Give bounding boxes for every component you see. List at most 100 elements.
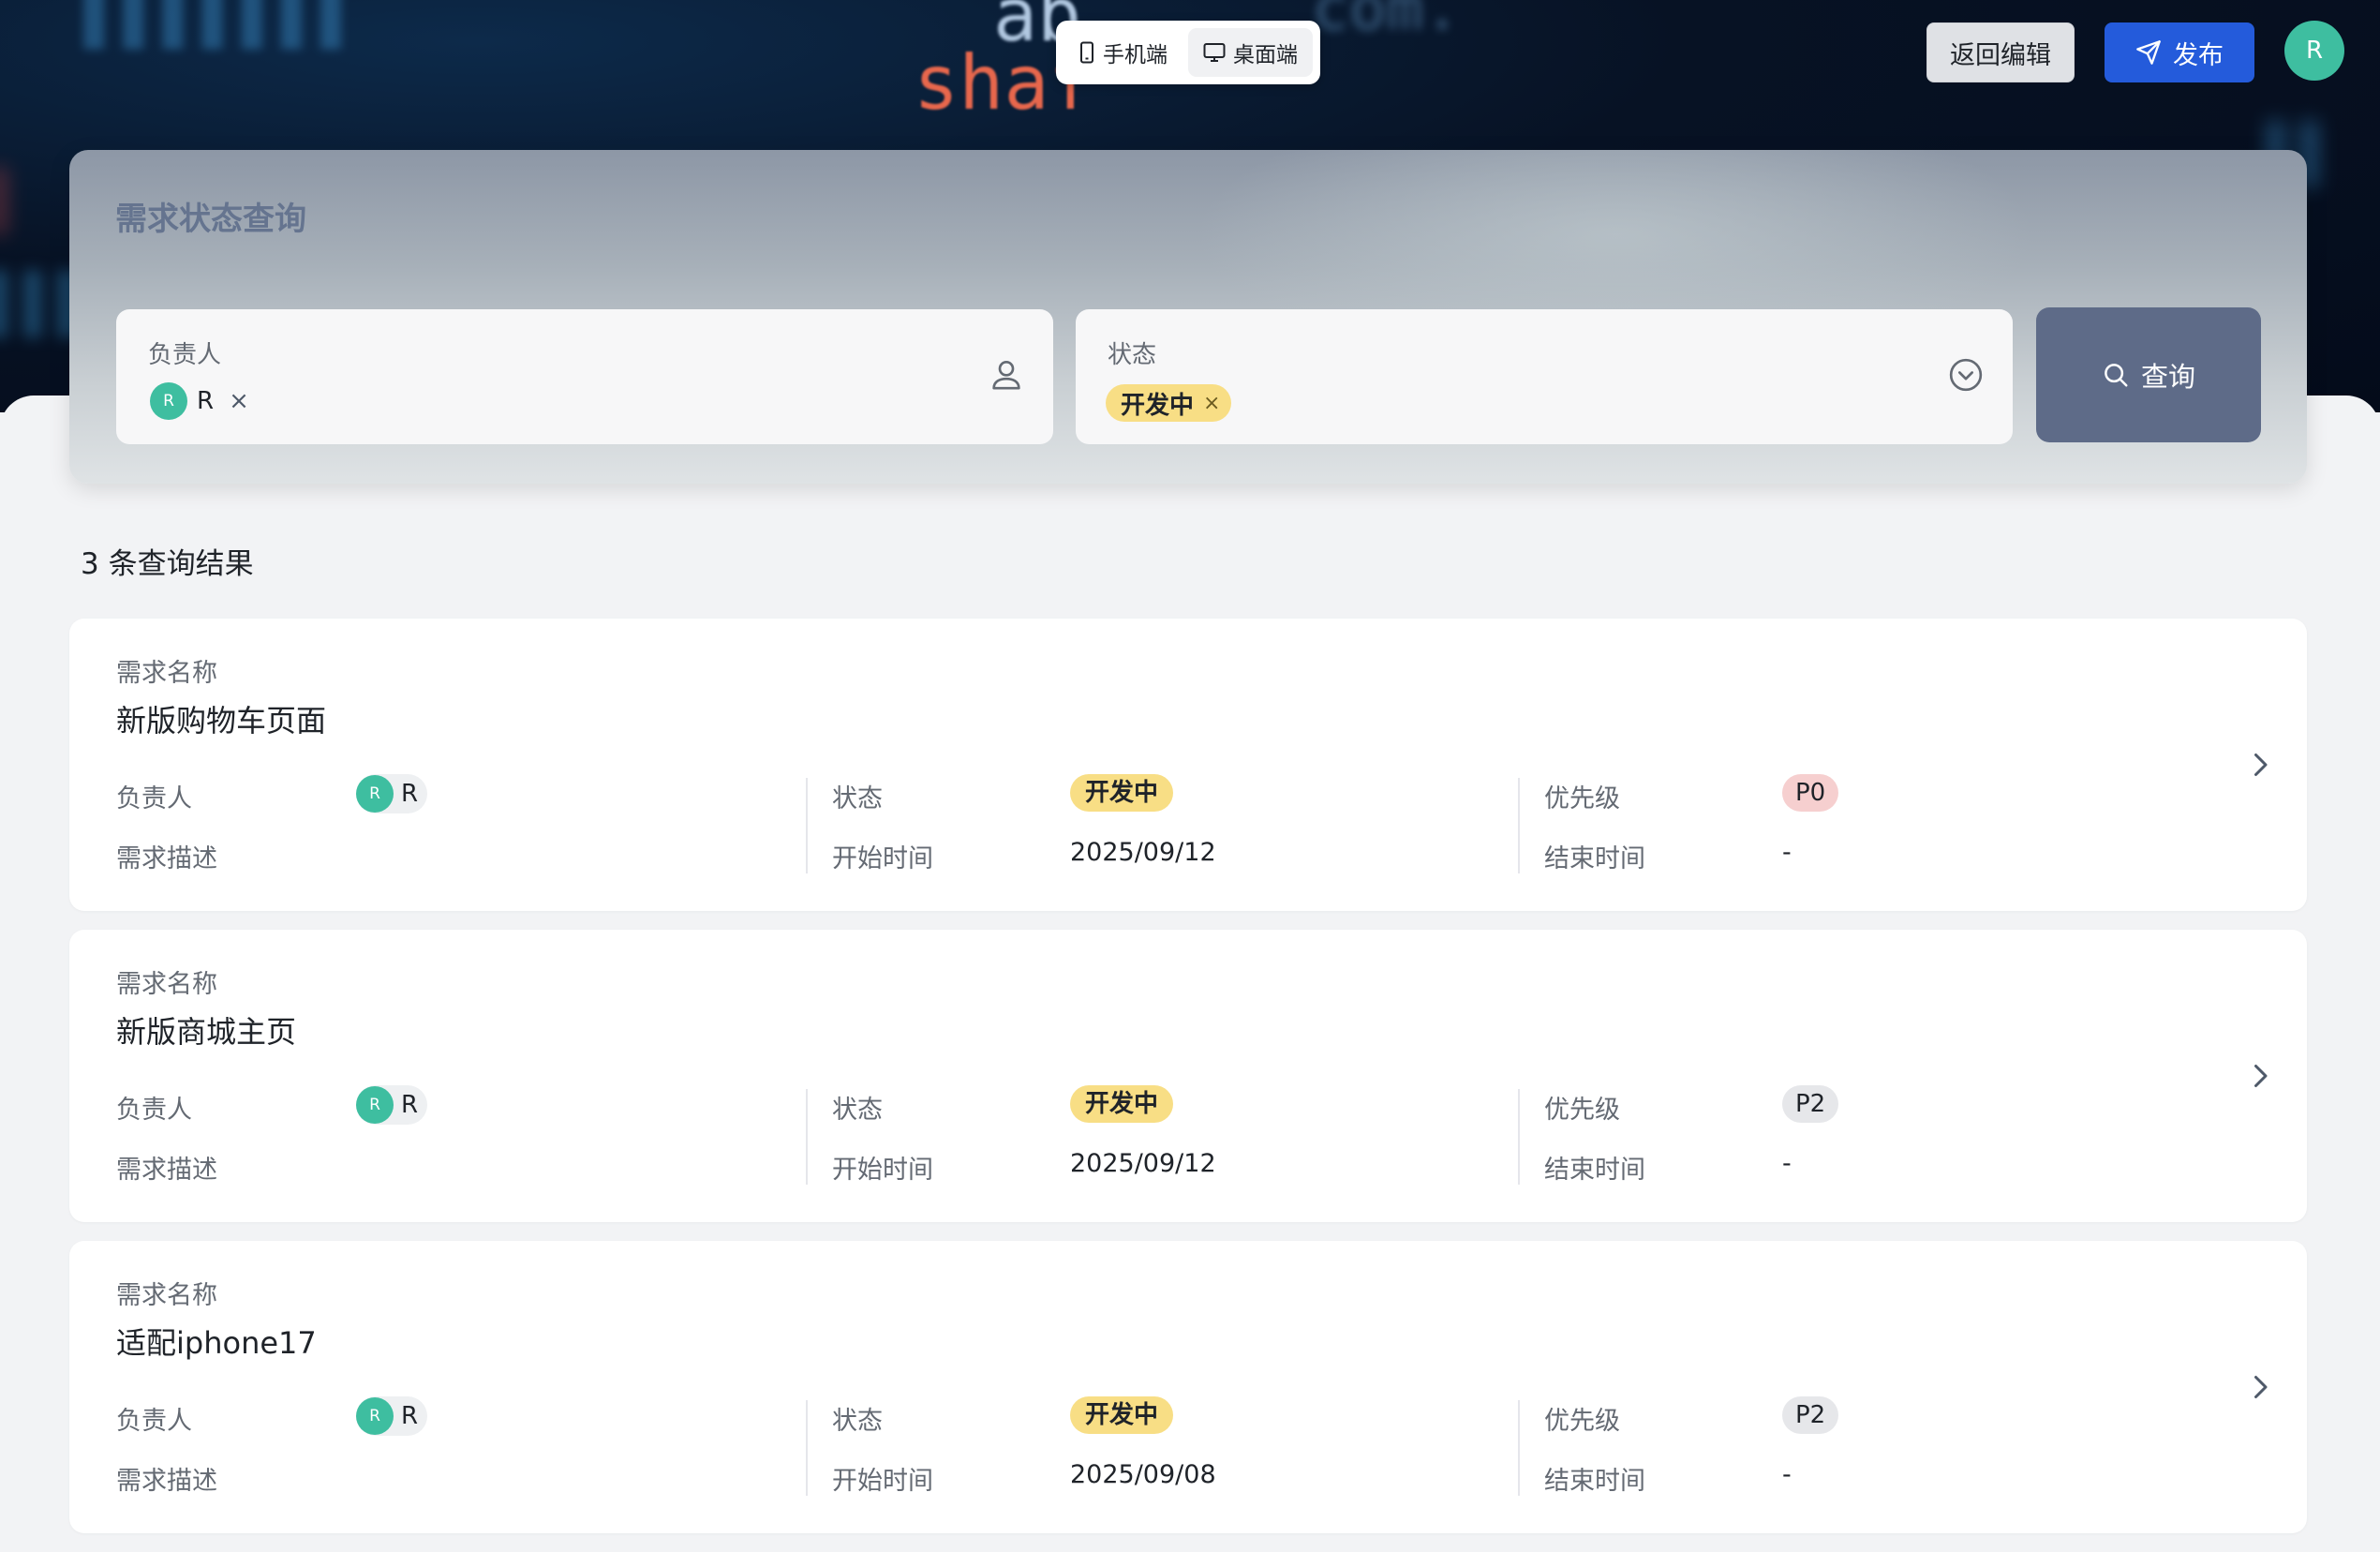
- owner-value: R R: [356, 1396, 428, 1436]
- chevron-right-icon[interactable]: [2243, 1370, 2277, 1404]
- status-tag: 开发中 ×: [1106, 384, 1232, 422]
- view-mobile-button[interactable]: 手机端: [1064, 28, 1183, 77]
- chevron-down-circle-icon[interactable]: [1947, 356, 1985, 394]
- priority-badge: P0: [1782, 774, 1839, 812]
- priority-badge: P2: [1782, 1085, 1839, 1123]
- priority-column: 优先级 P2 结束时间 -: [1518, 1085, 2213, 1185]
- end-time-value: -: [1782, 1149, 1792, 1178]
- status-badge: 开发中: [1070, 1396, 1174, 1434]
- owner-tag: R R ×: [150, 382, 249, 420]
- status-column: 状态 开发中 开始时间 2025/09/12: [806, 774, 1501, 873]
- owner-column: 负责人 R R 需求描述: [116, 1396, 810, 1496]
- start-time-label: 开始时间: [832, 1156, 933, 1185]
- requirement-name: 新版购物车页面: [116, 703, 327, 739]
- avatar: R: [356, 1397, 394, 1435]
- end-time-label: 结束时间: [1544, 844, 1645, 873]
- owner-name: R: [401, 780, 419, 808]
- back-to-edit-button[interactable]: 返回编辑: [1926, 22, 2075, 82]
- query-button[interactable]: 查询: [2036, 307, 2261, 442]
- start-time-value: 2025/09/08: [1070, 1460, 1216, 1489]
- name-label: 需求名称: [116, 1281, 217, 1310]
- result-card[interactable]: 需求名称 适配iphone17 负责人 R R 需求描述 状态 开发中 开始时间…: [69, 1241, 2307, 1533]
- avatar: R: [356, 1086, 394, 1124]
- status-badge: 开发中: [1070, 774, 1174, 812]
- owner-label: 负责人: [116, 784, 192, 813]
- send-icon: [2136, 40, 2161, 65]
- priority-column: 优先级 P2 结束时间 -: [1518, 1396, 2213, 1496]
- chevron-right-icon[interactable]: [2243, 748, 2277, 782]
- owner-name: R: [401, 1091, 419, 1119]
- view-desktop-label: 桌面端: [1233, 43, 1298, 67]
- status-badge: 开发中: [1070, 1085, 1174, 1123]
- banner-decoration: ▌▌▌▌▌▌▌: [84, 0, 362, 49]
- desktop-icon: [1203, 43, 1226, 62]
- status-tag-text: 开发中: [1121, 391, 1195, 420]
- publish-button[interactable]: 发布: [2105, 22, 2254, 82]
- owner-label: 负责人: [116, 1407, 192, 1436]
- search-icon: [2105, 364, 2128, 387]
- query-title: 需求状态查询: [115, 201, 306, 238]
- owner-name: R: [401, 1402, 419, 1430]
- requirement-name: 新版商城主页: [116, 1014, 297, 1050]
- priority-column: 优先级 P0 结束时间 -: [1518, 774, 2213, 873]
- priority-badge: P2: [1782, 1396, 1839, 1434]
- result-card[interactable]: 需求名称 新版商城主页 负责人 R R 需求描述 状态 开发中 开始时间 202…: [69, 930, 2307, 1222]
- status-column: 状态 开发中 开始时间 2025/09/08: [806, 1396, 1501, 1496]
- chevron-right-icon[interactable]: [2243, 1059, 2277, 1093]
- status-label: 状态: [832, 1096, 883, 1125]
- start-time-value: 2025/09/12: [1070, 1149, 1216, 1178]
- owner-tag-name: R: [197, 387, 215, 415]
- query-button-label: 查询: [2140, 361, 2195, 393]
- owner-value: R R: [356, 774, 428, 813]
- remove-status-icon[interactable]: ×: [1203, 392, 1220, 415]
- end-time-value: -: [1782, 1460, 1792, 1489]
- description-label: 需求描述: [116, 1156, 217, 1185]
- owner-field[interactable]: 负责人 R R ×: [116, 309, 1053, 444]
- priority-label: 优先级: [1544, 1407, 1620, 1436]
- priority-value: P0: [1782, 774, 1839, 812]
- status-column: 状态 开发中 开始时间 2025/09/12: [806, 1085, 1501, 1185]
- status-value: 开发中: [1070, 774, 1174, 812]
- view-toggle: 手机端 桌面端: [1056, 21, 1320, 84]
- start-time-label: 开始时间: [832, 1467, 933, 1496]
- back-to-edit-label: 返回编辑: [1950, 40, 2051, 70]
- name-label: 需求名称: [116, 659, 217, 688]
- end-time-label: 结束时间: [1544, 1467, 1645, 1496]
- requirement-name: 适配iphone17: [116, 1325, 317, 1361]
- owner-chip: R R: [356, 1085, 428, 1125]
- mobile-icon: [1080, 41, 1093, 64]
- start-time-value: 2025/09/12: [1070, 838, 1216, 867]
- user-avatar[interactable]: R: [2284, 21, 2344, 81]
- status-field-label: 状态: [1108, 341, 1157, 369]
- status-label: 状态: [832, 784, 883, 813]
- owner-value: R R: [356, 1085, 428, 1125]
- result-card[interactable]: 需求名称 新版购物车页面 负责人 R R 需求描述 状态 开发中 开始时间 20…: [69, 619, 2307, 911]
- publish-label: 发布: [2173, 40, 2224, 70]
- description-label: 需求描述: [116, 1467, 217, 1496]
- user-icon[interactable]: [988, 356, 1025, 394]
- end-time-value: -: [1782, 838, 1792, 867]
- priority-label: 优先级: [1544, 784, 1620, 813]
- priority-label: 优先级: [1544, 1096, 1620, 1125]
- status-value: 开发中: [1070, 1396, 1174, 1434]
- owner-column: 负责人 R R 需求描述: [116, 774, 810, 873]
- status-field[interactable]: 状态 开发中 ×: [1076, 309, 2013, 444]
- remove-owner-icon[interactable]: ×: [229, 387, 249, 415]
- owner-column: 负责人 R R 需求描述: [116, 1085, 810, 1185]
- description-label: 需求描述: [116, 844, 217, 873]
- owner-field-label: 负责人: [148, 341, 222, 369]
- view-desktop-button[interactable]: 桌面端: [1188, 28, 1313, 77]
- avatar: R: [150, 382, 187, 420]
- name-label: 需求名称: [116, 970, 217, 999]
- banner-decoration-text: com.: [1312, 0, 1461, 44]
- query-panel: 需求状态查询 负责人 R R × 状态 开发中 × 查询: [69, 150, 2307, 484]
- status-value: 开发中: [1070, 1085, 1174, 1123]
- banner-decoration: ▌: [0, 169, 25, 234]
- status-label: 状态: [832, 1407, 883, 1436]
- owner-chip: R R: [356, 774, 428, 813]
- view-mobile-label: 手机端: [1103, 43, 1168, 67]
- result-count: 3 条查询结果: [81, 547, 254, 581]
- start-time-label: 开始时间: [832, 844, 933, 873]
- avatar: R: [356, 775, 394, 813]
- priority-value: P2: [1782, 1085, 1839, 1123]
